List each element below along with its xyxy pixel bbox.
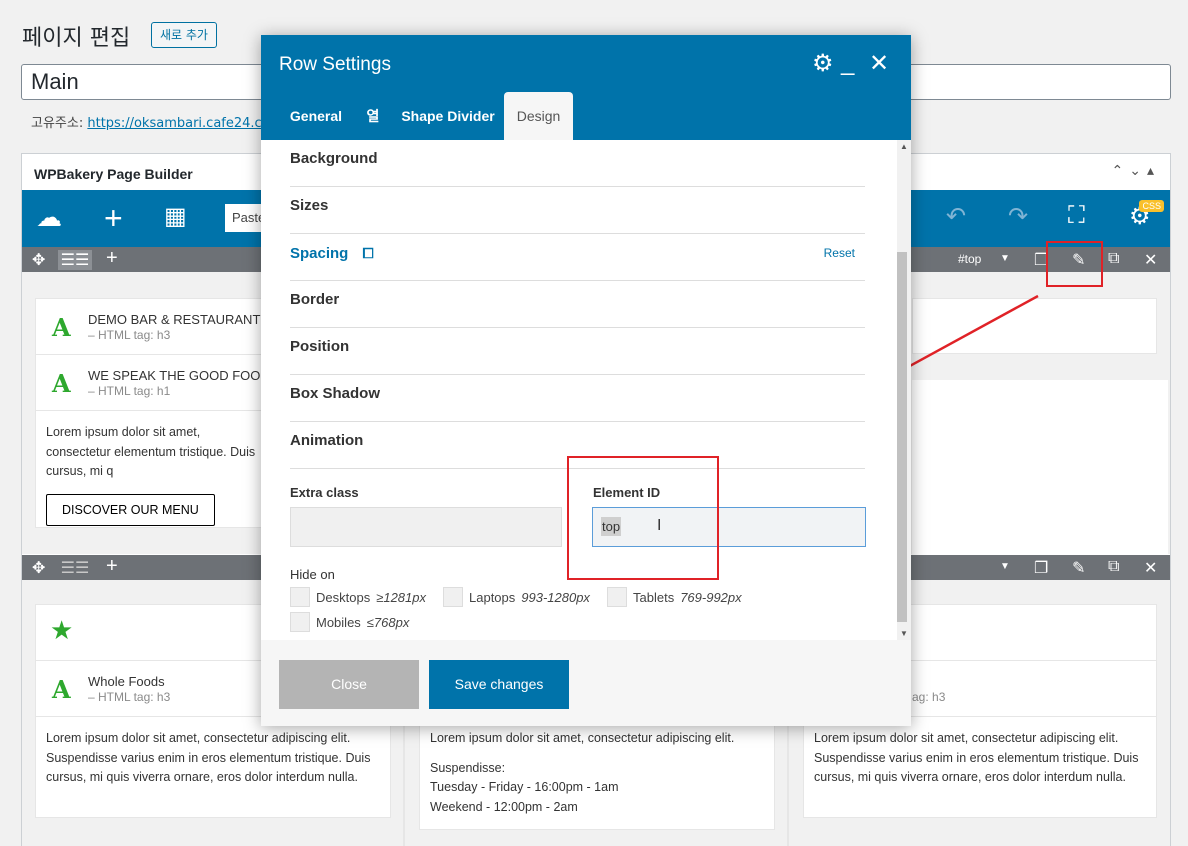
hide-on-label: Hide on: [290, 567, 335, 582]
checkbox-label: Desktops: [316, 589, 371, 605]
checkbox-range: ≤768px: [366, 614, 410, 630]
section-spacing-label: Spacing: [290, 245, 349, 262]
modal-gear-icon[interactable]: ⚙: [812, 49, 834, 78]
checkbox-range: 769-992px: [680, 589, 742, 605]
checkbox-range: 993-1280px: [521, 589, 590, 605]
highlight-box-element-id: [567, 456, 719, 580]
checkbox-range: ≥1281px: [376, 589, 426, 605]
checkbox-label: Laptops: [469, 589, 516, 605]
section-sizes[interactable]: Sizes: [290, 187, 865, 234]
extra-class-label: Extra class: [290, 485, 359, 500]
reset-link[interactable]: Reset: [824, 234, 855, 272]
section-background[interactable]: Background: [290, 140, 865, 187]
row-settings-modal: Row Settings ⚙ _ ✕ General 열 Shape Divid…: [261, 35, 911, 726]
checkbox-label: Mobiles: [316, 614, 361, 630]
checkbox-label: Tablets: [633, 589, 675, 605]
checkbox-box[interactable]: [290, 587, 310, 607]
checkbox-box[interactable]: [607, 587, 627, 607]
section-box-shadow[interactable]: Box Shadow: [290, 375, 865, 422]
hide-desktops-checkbox[interactable]: Desktops ≥1281px: [290, 587, 426, 607]
checkbox-box[interactable]: [443, 587, 463, 607]
save-changes-button[interactable]: Save changes: [429, 660, 569, 709]
section-border[interactable]: Border: [290, 281, 865, 328]
close-icon[interactable]: ✕: [869, 49, 889, 78]
scroll-up-icon[interactable]: ▲: [900, 142, 908, 151]
close-button[interactable]: Close: [279, 660, 419, 709]
hide-laptops-checkbox[interactable]: Laptops 993-1280px: [443, 587, 590, 607]
checkbox-box[interactable]: [290, 612, 310, 632]
scrollbar-thumb[interactable]: [897, 252, 907, 622]
tab-shape-divider[interactable]: Shape Divider: [399, 92, 497, 140]
tab-columns[interactable]: 열: [361, 92, 385, 140]
modal-header: Row Settings ⚙ _ ✕ General 열 Shape Divid…: [261, 35, 911, 140]
tab-design[interactable]: Design: [504, 92, 573, 140]
hide-mobiles-checkbox[interactable]: Mobiles ≤768px: [290, 612, 409, 632]
hide-tablets-checkbox[interactable]: Tablets 769-992px: [607, 587, 742, 607]
responsive-device-icon[interactable]: ⧠: [363, 245, 374, 261]
modal-footer: Close Save changes: [261, 640, 911, 726]
section-position[interactable]: Position: [290, 328, 865, 375]
modal-title: Row Settings: [279, 54, 391, 75]
minimize-icon[interactable]: _: [841, 49, 854, 77]
scroll-down-icon[interactable]: ▼: [900, 629, 908, 638]
tab-general[interactable]: General: [280, 92, 352, 140]
extra-class-input[interactable]: [290, 507, 562, 547]
section-spacing[interactable]: Spacing ⧠ Reset: [290, 234, 865, 281]
